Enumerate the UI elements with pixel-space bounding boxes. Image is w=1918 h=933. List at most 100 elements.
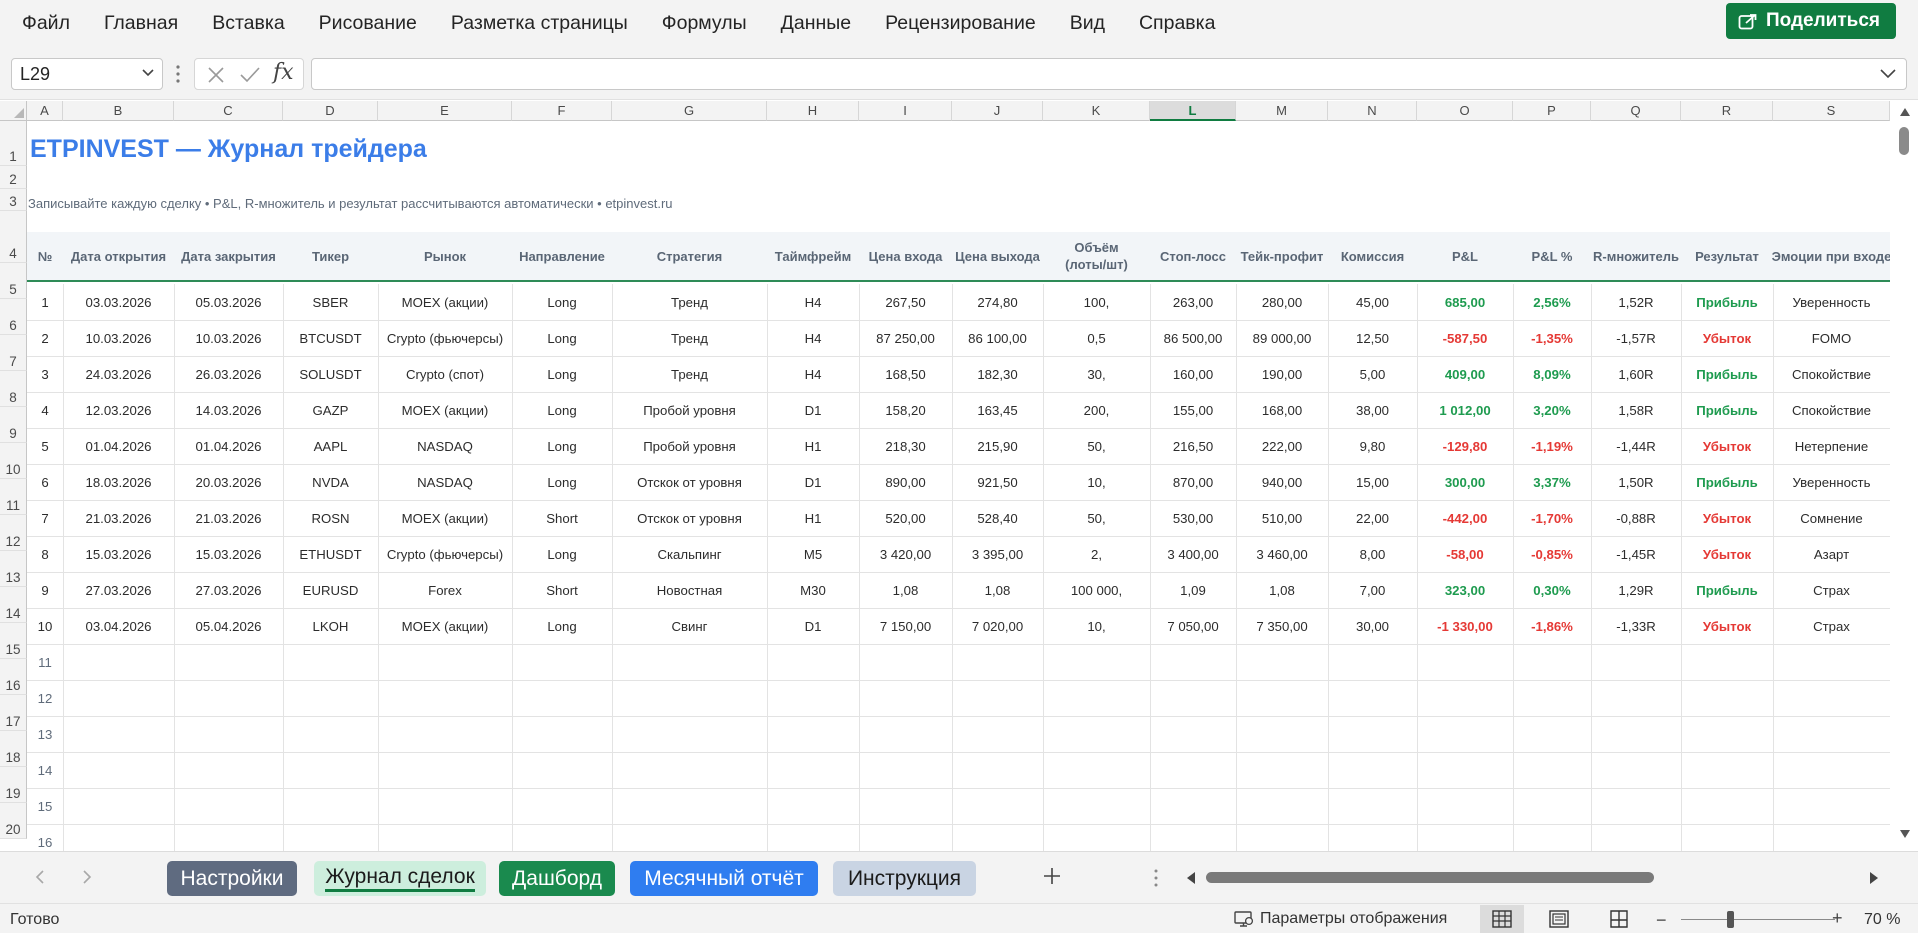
table-cell[interactable]: -1,44R: [1591, 428, 1681, 464]
table-cell[interactable]: NASDAQ: [378, 464, 512, 500]
table-cell[interactable]: 03.04.2026: [63, 608, 174, 644]
table-cell[interactable]: ROSN: [283, 500, 378, 536]
column-header-e[interactable]: E: [378, 101, 512, 121]
column-header-o[interactable]: O: [1417, 101, 1513, 121]
table-cell[interactable]: H1: [767, 500, 859, 536]
menu-item-10[interactable]: Справка: [1122, 12, 1233, 35]
table-cell[interactable]: Спокойствие: [1773, 356, 1890, 392]
table-cell[interactable]: Long: [512, 464, 612, 500]
table-cell[interactable]: 890,00: [859, 464, 952, 500]
menu-item-5[interactable]: Разметка страницы: [434, 12, 645, 35]
table-cell[interactable]: Страх: [1773, 608, 1890, 644]
table-cell[interactable]: SOLUSDT: [283, 356, 378, 392]
table-cell[interactable]: 12,50: [1328, 320, 1417, 356]
vertical-scroll-thumb[interactable]: [1899, 127, 1909, 155]
page-break-preview-button[interactable]: [1597, 905, 1641, 933]
row-header-10[interactable]: 10: [0, 443, 27, 479]
table-cell[interactable]: 168,00: [1236, 392, 1328, 428]
table-cell[interactable]: 24.03.2026: [63, 356, 174, 392]
table-cell[interactable]: 15,00: [1328, 464, 1417, 500]
table-cell[interactable]: 267,50: [859, 284, 952, 320]
table-cell[interactable]: GAZP: [283, 392, 378, 428]
table-cell[interactable]: Уверенность: [1773, 464, 1890, 500]
table-cell[interactable]: 215,90: [952, 428, 1043, 464]
table-cell[interactable]: 89 000,00: [1236, 320, 1328, 356]
sheet-tab-5[interactable]: Инструкция: [833, 861, 976, 896]
table-cell[interactable]: MOEX (акции): [378, 284, 512, 320]
table-cell[interactable]: 280,00: [1236, 284, 1328, 320]
table-cell[interactable]: 3 460,00: [1236, 536, 1328, 572]
table-cell[interactable]: -58,00: [1417, 536, 1513, 572]
add-sheet-icon[interactable]: [1042, 866, 1062, 886]
table-cell[interactable]: Short: [512, 572, 612, 608]
table-cell[interactable]: 218,30: [859, 428, 952, 464]
trade-number[interactable]: 9: [27, 572, 63, 608]
column-header-g[interactable]: G: [612, 101, 767, 121]
table-cell[interactable]: 30,: [1043, 356, 1150, 392]
row-header-11[interactable]: 11: [0, 479, 27, 515]
table-cell[interactable]: -1,45R: [1591, 536, 1681, 572]
scroll-right-icon[interactable]: [1868, 871, 1880, 885]
table-cell[interactable]: Long: [512, 320, 612, 356]
table-cell[interactable]: 45,00: [1328, 284, 1417, 320]
table-cell[interactable]: Тренд: [612, 320, 767, 356]
table-cell[interactable]: 263,00: [1150, 284, 1236, 320]
column-title[interactable]: R-множитель: [1591, 232, 1681, 282]
table-cell[interactable]: 921,50: [952, 464, 1043, 500]
column-header-m[interactable]: M: [1236, 101, 1328, 121]
trade-number[interactable]: 5: [27, 428, 63, 464]
table-cell[interactable]: 50,: [1043, 428, 1150, 464]
table-cell[interactable]: Убыток: [1681, 500, 1773, 536]
trade-number[interactable]: 14: [27, 752, 63, 788]
table-cell[interactable]: 21.03.2026: [63, 500, 174, 536]
sheet-tab-2[interactable]: Журнал сделок: [314, 861, 486, 896]
column-title[interactable]: Цена выхода: [952, 232, 1043, 282]
name-box[interactable]: L29: [11, 58, 163, 90]
row-header-19[interactable]: 19: [0, 767, 27, 803]
row-header-1[interactable]: 1: [0, 121, 27, 166]
table-cell[interactable]: 15.03.2026: [174, 536, 283, 572]
table-cell[interactable]: Убыток: [1681, 320, 1773, 356]
table-cell[interactable]: 27.03.2026: [63, 572, 174, 608]
table-cell[interactable]: -1,70%: [1513, 500, 1591, 536]
trade-number[interactable]: 4: [27, 392, 63, 428]
table-cell[interactable]: MOEX (акции): [378, 500, 512, 536]
table-cell[interactable]: 30,00: [1328, 608, 1417, 644]
table-cell[interactable]: 530,00: [1150, 500, 1236, 536]
row-header-16[interactable]: 16: [0, 659, 27, 695]
table-cell[interactable]: 160,00: [1150, 356, 1236, 392]
zoom-slider[interactable]: [1681, 919, 1835, 920]
table-cell[interactable]: 27.03.2026: [174, 572, 283, 608]
menu-item-6[interactable]: Формулы: [645, 12, 764, 35]
table-cell[interactable]: 1,29R: [1591, 572, 1681, 608]
table-cell[interactable]: -442,00: [1417, 500, 1513, 536]
more-vertical-icon[interactable]: [175, 63, 181, 85]
table-cell[interactable]: 510,00: [1236, 500, 1328, 536]
table-cell[interactable]: -1,57R: [1591, 320, 1681, 356]
spreadsheet-grid[interactable]: ETPINVEST — Журнал трейдера Записывайте …: [0, 101, 1890, 851]
row-header-17[interactable]: 17: [0, 695, 27, 731]
check-icon[interactable]: [239, 66, 261, 84]
table-cell[interactable]: M5: [767, 536, 859, 572]
sheet-tab-1[interactable]: Настройки: [167, 861, 297, 896]
trade-number[interactable]: 11: [27, 644, 63, 680]
column-title[interactable]: Направление: [512, 232, 612, 282]
table-cell[interactable]: 0,5: [1043, 320, 1150, 356]
table-cell[interactable]: Прибыль: [1681, 572, 1773, 608]
table-cell[interactable]: Тренд: [612, 356, 767, 392]
table-cell[interactable]: NVDA: [283, 464, 378, 500]
table-cell[interactable]: 14.03.2026: [174, 392, 283, 428]
prev-sheet-icon[interactable]: [34, 869, 46, 885]
table-cell[interactable]: Спокойствие: [1773, 392, 1890, 428]
column-header-c[interactable]: C: [174, 101, 283, 121]
table-cell[interactable]: 158,20: [859, 392, 952, 428]
normal-view-button[interactable]: [1480, 905, 1524, 933]
table-cell[interactable]: 8,09%: [1513, 356, 1591, 392]
table-cell[interactable]: D1: [767, 464, 859, 500]
table-cell[interactable]: 50,: [1043, 500, 1150, 536]
table-cell[interactable]: 15.03.2026: [63, 536, 174, 572]
table-cell[interactable]: 182,30: [952, 356, 1043, 392]
table-cell[interactable]: 3 420,00: [859, 536, 952, 572]
zoom-out-icon[interactable]: −: [1656, 910, 1667, 931]
table-cell[interactable]: Crypto (спот): [378, 356, 512, 392]
